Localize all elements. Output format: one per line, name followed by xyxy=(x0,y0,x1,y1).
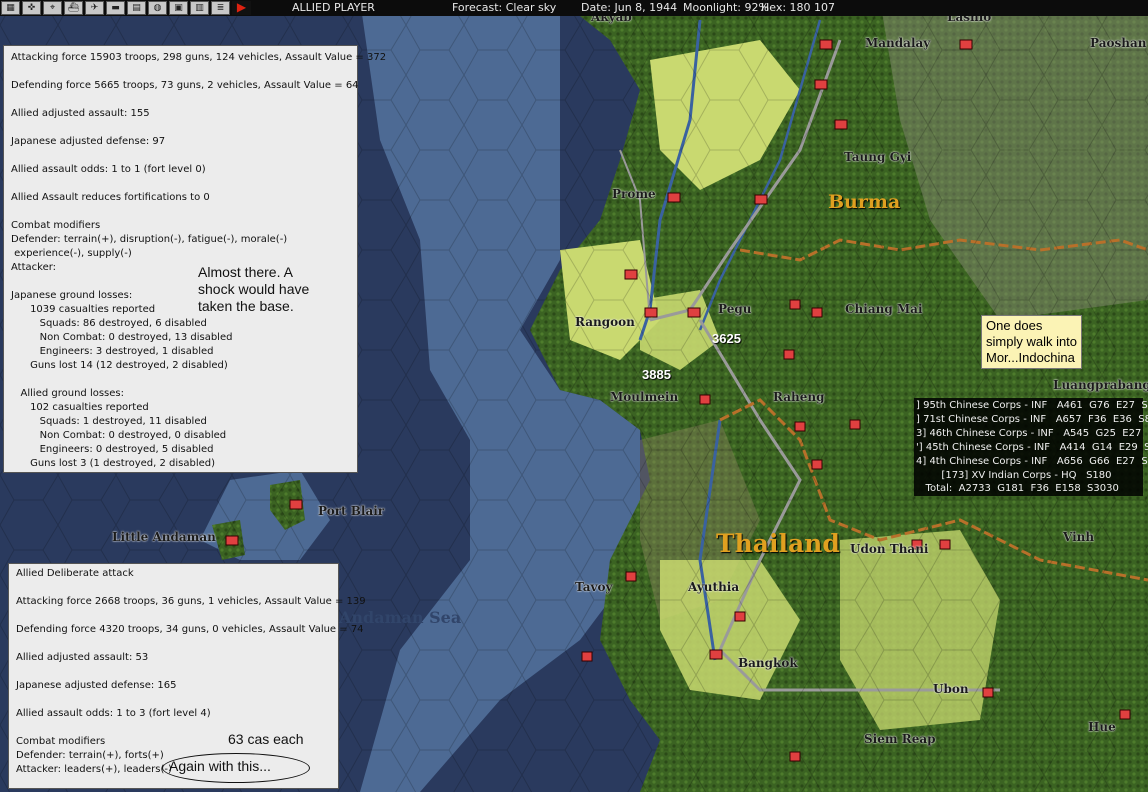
annotation-almost-there: Almost there. A shock would have taken t… xyxy=(198,264,310,314)
annotation-cas-each: 63 cas each xyxy=(228,731,304,747)
crosshair-icon[interactable]: ✜ xyxy=(22,1,41,15)
annotation-again: Again with this... xyxy=(169,758,271,774)
date-label: Date: Jun 8, 1944 xyxy=(581,1,678,14)
report-line: 1039 casualties reported xyxy=(11,304,156,315)
unit-row[interactable]: [173] XV Indian Corps - HQ S180 xyxy=(916,470,1111,481)
orders-icon[interactable]: ▥ xyxy=(190,1,209,15)
report-line: Defender: terrain(+), disruption(-), fat… xyxy=(11,234,288,245)
report-line: Guns lost 14 (12 destroyed, 2 disabled) xyxy=(11,360,228,371)
report-icon[interactable]: ▣ xyxy=(169,1,188,15)
pegu-value: 3625 xyxy=(712,331,741,346)
ground-icon[interactable]: ▬ xyxy=(106,1,125,15)
place-port-blair[interactable]: Port Blair xyxy=(318,504,384,518)
report-line: Defender: terrain(+), forts(+) xyxy=(16,750,164,761)
report-line: Engineers: 0 destroyed, 5 disabled xyxy=(11,444,214,455)
report-line: 102 casualties reported xyxy=(11,402,149,413)
hex-label: Hex: 180 107 xyxy=(761,1,836,14)
report-line: Defending force 4320 troops, 34 guns, 0 … xyxy=(16,624,364,635)
report-line: Attacking force 15903 troops, 298 guns, … xyxy=(11,52,387,63)
region-thailand: Thailand xyxy=(716,529,840,558)
report-line: Non Combat: 0 destroyed, 13 disabled xyxy=(11,332,233,343)
flag-icon[interactable]: ▦ xyxy=(1,1,20,15)
report-line: Allied assault odds: 1 to 3 (fort level … xyxy=(16,708,211,719)
place-raheng[interactable]: Raheng xyxy=(773,390,825,404)
player-label: ALLIED PLAYER xyxy=(292,1,375,14)
place-ayuthia[interactable]: Ayuthia xyxy=(688,580,739,594)
list-icon[interactable]: ≣ xyxy=(211,1,230,15)
place-paoshan[interactable]: Paoshan xyxy=(1090,36,1146,50)
annotation-indochina: One does simply walk into Mor...Indochin… xyxy=(981,315,1083,369)
report-line: Combat modifiers xyxy=(11,220,101,231)
report-line: Allied Assault reduces fortifications to… xyxy=(11,192,210,203)
place-prome[interactable]: Prome xyxy=(612,187,656,201)
forecast-label: Forecast: Clear sky xyxy=(452,1,557,14)
unit-row[interactable]: 4] 4th Chinese Corps - INF A656 G66 E27 … xyxy=(916,456,1148,467)
report-line: Combat modifiers xyxy=(16,736,106,747)
toolbar-icons: ▦ ✜ ⌖ ⛴ ✈ ▬ ▤ ◍ ▣ ▥ ≣ ▶ xyxy=(0,0,252,16)
place-udon-thani[interactable]: Udon Thani xyxy=(850,542,928,556)
place-vinh[interactable]: Vinh xyxy=(1063,530,1094,544)
place-ubon[interactable]: Ubon xyxy=(933,682,969,696)
unit-row[interactable]: '] 45th Chinese Corps - INF A414 G14 E29… xyxy=(916,442,1148,453)
chart-icon[interactable]: ▤ xyxy=(127,1,146,15)
place-tavoy[interactable]: Tavoy xyxy=(575,580,613,594)
combat-report-pegu[interactable]: Attacking force 15903 troops, 298 guns, … xyxy=(3,45,386,473)
report-line: Guns lost 3 (1 destroyed, 2 disabled) xyxy=(11,458,216,469)
report-line: Japanese ground losses: xyxy=(11,290,133,301)
end-turn-icon[interactable]: ▶ xyxy=(232,1,251,15)
unit-row[interactable]: ] 95th Chinese Corps - INF A461 G76 E27 … xyxy=(916,400,1148,411)
place-little-andaman[interactable]: Little Andaman xyxy=(112,530,216,544)
ship-icon[interactable]: ⛴ xyxy=(64,1,83,15)
report-line: Attacking force 2668 troops, 36 guns, 1 … xyxy=(16,596,366,607)
report-line: Japanese adjusted defense: 97 xyxy=(11,136,166,147)
report-line: Non Combat: 0 destroyed, 0 disabled xyxy=(11,430,227,441)
moulmein-value: 3885 xyxy=(642,367,671,382)
report-line: Allied ground losses: xyxy=(11,388,124,399)
top-status-bar: ▦ ✜ ⌖ ⛴ ✈ ▬ ▤ ◍ ▣ ▥ ≣ ▶ ALLIED PLAYER Fo… xyxy=(0,0,1148,16)
place-luangprabang[interactable]: Luangprabang xyxy=(1053,378,1148,392)
target-icon[interactable]: ⌖ xyxy=(43,1,62,15)
combat-report-deliberate[interactable]: Allied Deliberate attack Attacking force… xyxy=(8,563,366,789)
place-mandalay[interactable]: Mandalay xyxy=(865,36,930,50)
place-hue[interactable]: Hue xyxy=(1088,720,1116,734)
report-line: experience(-), supply(-) xyxy=(11,248,132,259)
place-bangkok[interactable]: Bangkok xyxy=(738,656,798,670)
region-burma: Burma xyxy=(828,191,901,213)
place-siem-reap[interactable]: Siem Reap xyxy=(864,732,936,746)
place-chiang-mai[interactable]: Chiang Mai xyxy=(845,302,923,316)
report-line: Japanese adjusted defense: 165 xyxy=(16,680,177,691)
report-line: Squads: 1 destroyed, 11 disabled xyxy=(11,416,207,427)
place-pegu[interactable]: Pegu xyxy=(718,302,751,316)
report-line: Squads: 86 destroyed, 6 disabled xyxy=(11,318,207,329)
plane-icon[interactable]: ✈ xyxy=(85,1,104,15)
globe-icon[interactable]: ◍ xyxy=(148,1,167,15)
place-rangoon[interactable]: Rangoon xyxy=(575,315,635,329)
unit-stack-list[interactable]: ] 95th Chinese Corps - INF A461 G76 E27 … xyxy=(914,398,1148,496)
moonlight-label: Moonlight: 92% xyxy=(683,1,769,14)
place-moulmein[interactable]: Moulmein xyxy=(610,390,678,404)
report-line: Attacker: xyxy=(11,262,57,273)
place-taung-gyi[interactable]: Taung Gyi xyxy=(844,150,911,164)
report-line: Allied adjusted assault: 155 xyxy=(11,108,150,119)
report-line: Defending force 5665 troops, 73 guns, 2 … xyxy=(11,80,359,91)
unit-total: Total: A2733 G181 F36 E158 S3030 xyxy=(916,483,1119,494)
report-line: Allied Deliberate attack xyxy=(16,568,134,579)
report-line: Allied adjusted assault: 53 xyxy=(16,652,149,663)
unit-row[interactable]: 3] 46th Chinese Corps - INF A545 G25 E27… xyxy=(916,428,1148,439)
unit-row[interactable]: ] 71st Chinese Corps - INF A657 F36 E36 … xyxy=(916,414,1148,425)
report-line: Attacker: leaders(+), leaders(-) xyxy=(16,764,172,775)
report-line: Allied assault odds: 1 to 1 (fort level … xyxy=(11,164,206,175)
report-line: Engineers: 3 destroyed, 1 disabled xyxy=(11,346,214,357)
